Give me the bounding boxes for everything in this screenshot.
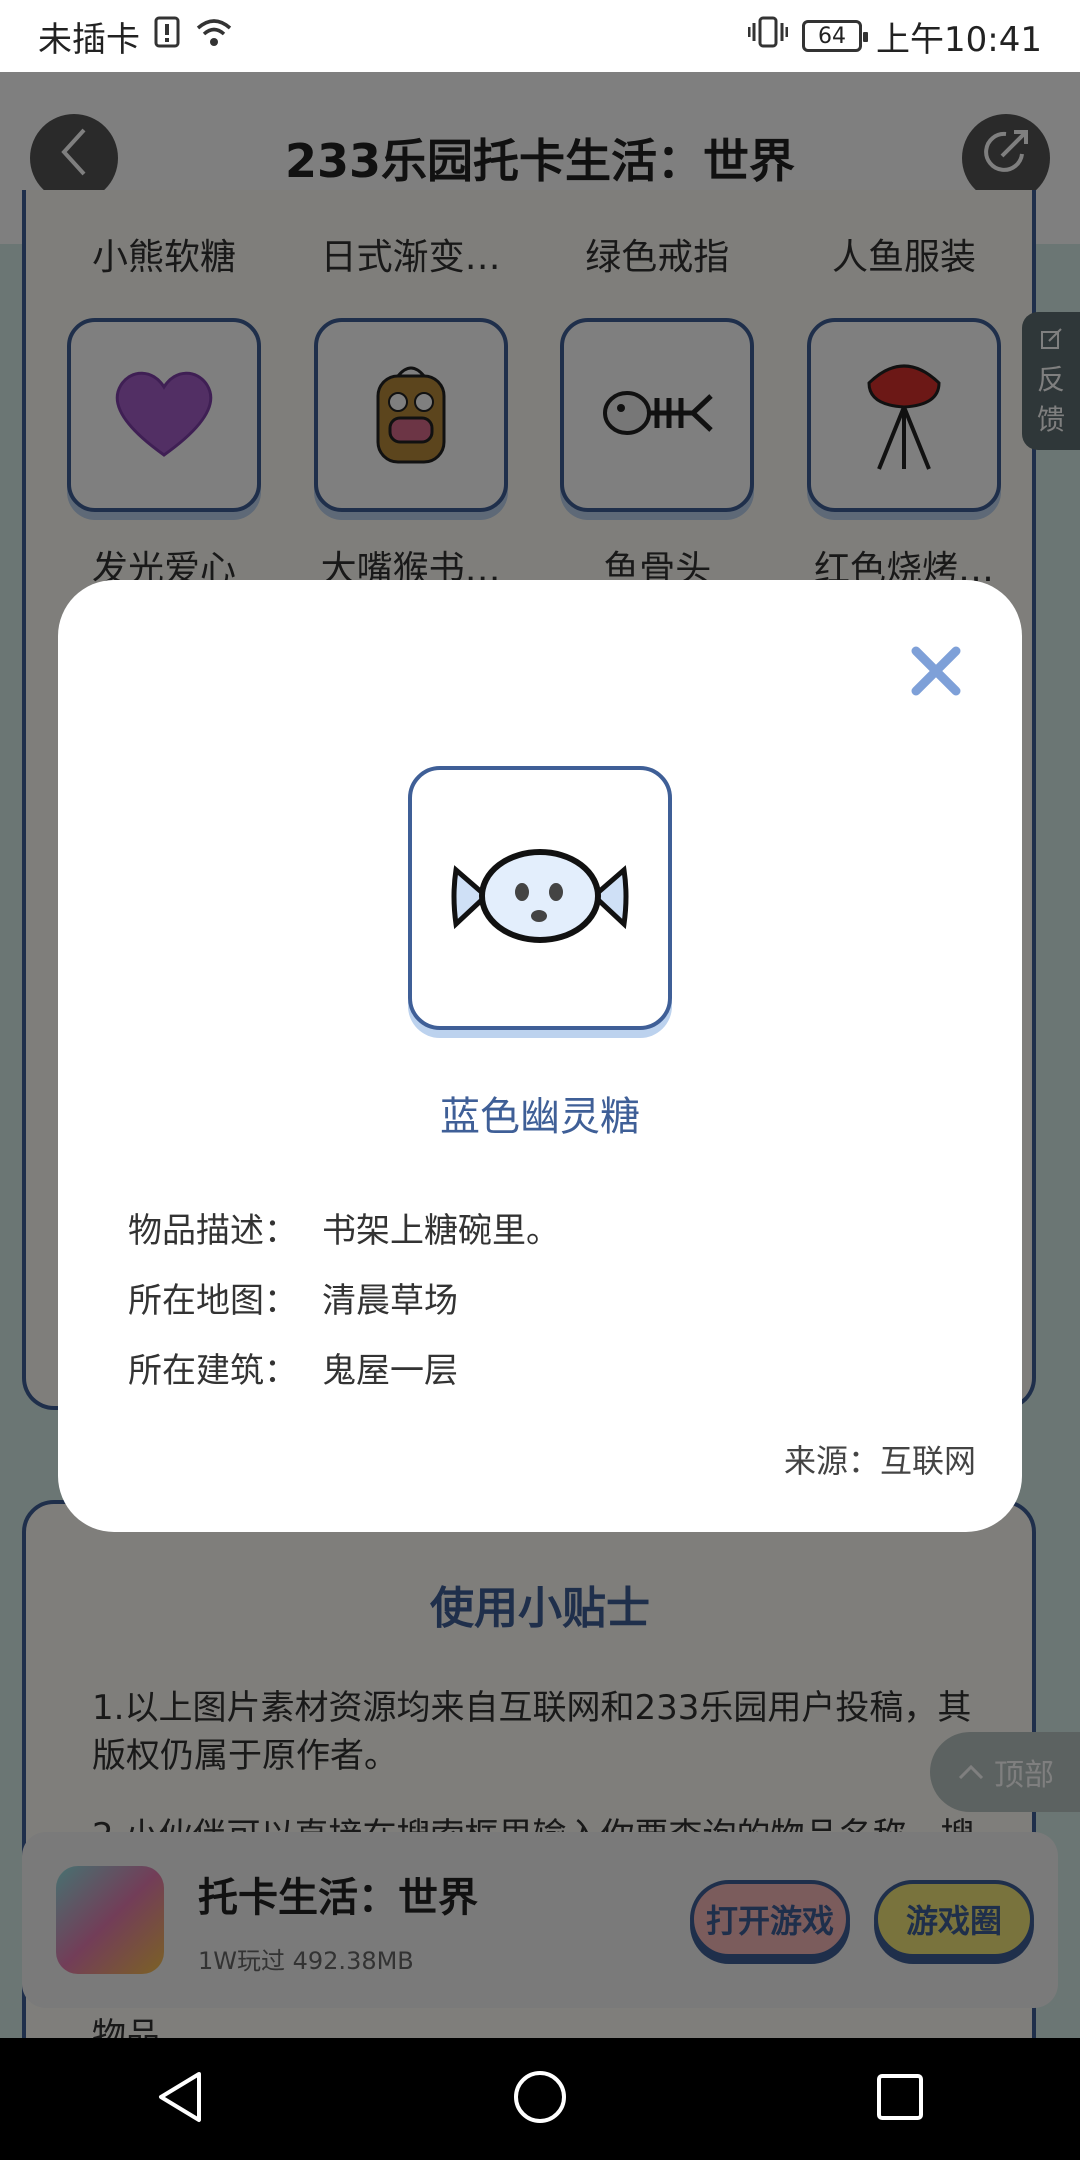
system-nav-bar [0,2038,1080,2160]
clock: 上午10:41 [876,19,1042,60]
info-row-map: 所在地图： 清晨草场 [128,1262,560,1332]
info-value: 鬼屋一层 [322,1350,458,1391]
nav-back-button[interactable] [140,2059,220,2139]
nav-home-button[interactable] [500,2059,580,2139]
battery-icon: 64 [802,20,869,52]
circle-home-icon [512,2069,568,2129]
info-value: 清晨草场 [322,1280,458,1321]
battery-level: 64 [818,23,847,49]
source-label: 来源：互联网 [783,1442,976,1480]
vibrate-icon [747,15,789,58]
sim-alert-icon [154,16,180,57]
info-value: 书架上糖碗里。 [322,1210,560,1251]
triangle-back-icon [155,2070,205,2128]
info-row-building: 所在建筑： 鬼屋一层 [128,1332,560,1402]
info-key: 所在地图： [128,1280,298,1321]
carrier-label: 未插卡 [38,19,140,60]
nav-recents-button[interactable] [860,2059,940,2139]
blue-ghost-candy-icon [450,836,630,960]
wifi-icon [194,16,234,57]
status-bar: 未插卡 64 上午10:41 [0,0,1080,72]
info-row-description: 物品描述： 书架上糖碗里。 [128,1192,560,1262]
item-name: 蓝色幽灵糖 [440,1094,640,1140]
item-info-list: 物品描述： 书架上糖碗里。 所在地图： 清晨草场 所在建筑： 鬼屋一层 [128,1192,560,1402]
info-key: 物品描述： [128,1210,298,1251]
close-button[interactable] [904,640,968,704]
close-icon [910,630,962,714]
square-recents-icon [875,2072,925,2126]
item-detail-modal: 蓝色幽灵糖 物品描述： 书架上糖碗里。 所在地图： 清晨草场 所在建筑： 鬼屋一… [58,580,1022,1532]
info-key: 所在建筑： [128,1350,298,1391]
item-image [408,766,672,1030]
